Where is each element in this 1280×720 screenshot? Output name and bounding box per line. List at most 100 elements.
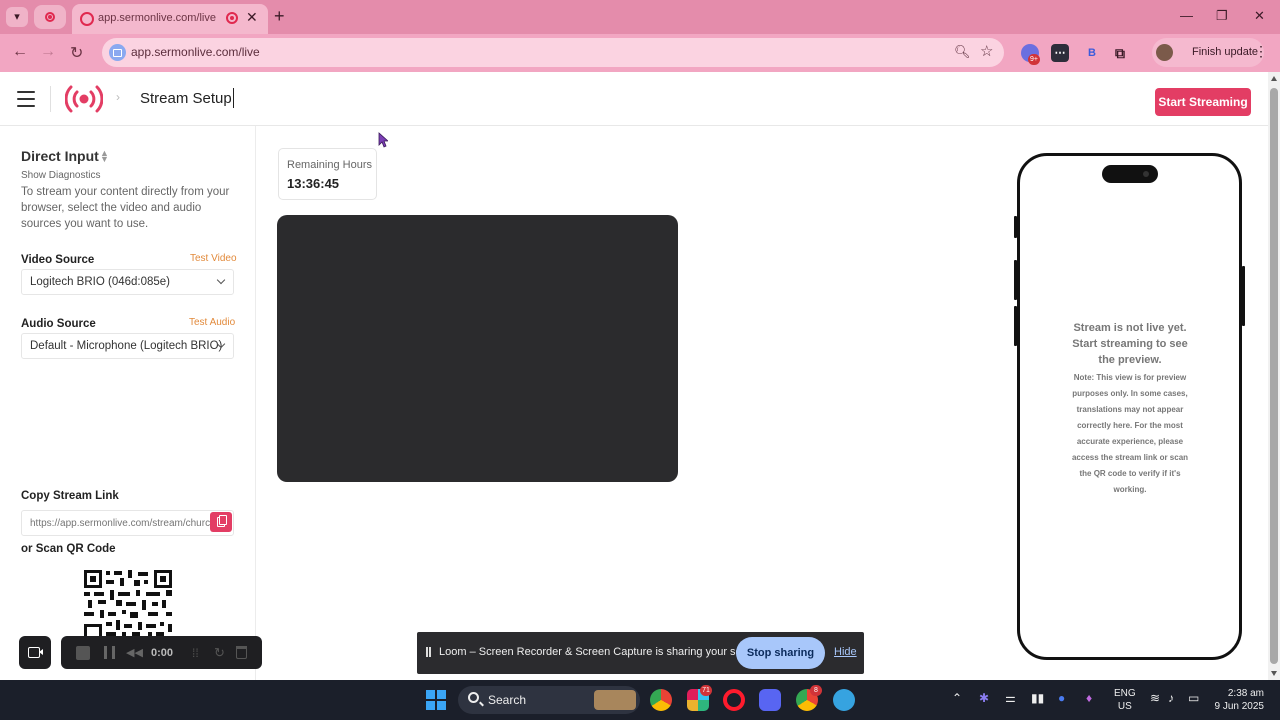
tray-app-icon[interactable]: ✱ [979,691,989,705]
language-indicator[interactable]: ENG US [1114,687,1136,713]
phone-side-button [1242,266,1245,326]
clock-date: 9 Jun 2025 [1214,701,1265,712]
tab-search-dropdown-icon[interactable]: ▾ [6,7,28,27]
extensions-puzzle-icon[interactable]: ⧉ [1111,44,1129,62]
hide-sharing-link[interactable]: Hide [834,646,857,658]
chevron-down-icon [216,275,226,285]
sharing-pause-icon [426,647,431,657]
extension-b-icon[interactable]: B [1083,44,1101,62]
remaining-hours-card: Remaining Hours 13:36:45 [278,148,377,200]
windows-start-icon[interactable] [426,690,446,710]
stream-link-field[interactable] [21,510,234,536]
taskbar-search[interactable]: Search [458,686,640,714]
scroll-down-icon[interactable] [1271,671,1277,676]
tab-close-icon[interactable]: ✕ [246,9,258,26]
start-streaming-button[interactable]: Start Streaming [1155,88,1251,116]
page-scrollbar[interactable] [1268,72,1280,680]
stop-sharing-button[interactable]: Stop sharing [736,637,825,669]
system-clock[interactable]: 2:38 am 9 Jun 2025 [1214,687,1265,713]
chrome-app-icon[interactable] [650,689,672,711]
recording-icon [45,12,55,22]
loom-drag-handle-icon[interactable]: ⁞⁞ [192,646,199,660]
address-bar[interactable]: app.sermonlive.com/live 🔍︎ ☆ [102,38,1004,67]
show-hidden-icons-icon[interactable]: ⌃ [952,691,962,705]
video-preview [277,215,678,482]
zoom-icon[interactable]: 🔍︎ [954,44,971,60]
panel-title: Direct Input [21,148,99,164]
sharing-message: Loom – Screen Recorder & Screen Capture … [439,646,767,658]
wifi-icon[interactable]: ≋ [1150,691,1160,705]
test-video-link[interactable]: Test Video [190,253,237,264]
tray-settings-icon[interactable]: ⚌ [1005,691,1016,705]
direct-input-panel: Direct Input ▲ ▼ Show Diagnostics To stre… [0,126,256,680]
loom-delete-icon[interactable] [236,646,247,659]
taskbar-search-label: Search [488,693,527,707]
chrome-badge: 8 [810,685,822,696]
audio-source-select[interactable]: Default - Microphone (Logitech BRIO) [21,333,234,359]
tray-microphone-icon[interactable]: ♦ [1086,691,1092,705]
browser-menu-icon[interactable]: ⋮ [1254,43,1268,60]
search-highlight-image [594,690,636,710]
hamburger-menu-icon[interactable] [17,91,35,107]
tray-zoom-icon[interactable]: ● [1058,691,1065,705]
volume-icon[interactable]: ♪ [1168,691,1174,705]
back-arrow-icon[interactable]: ← [12,43,28,61]
extension-chat-icon[interactable]: ⋯ [1051,44,1069,62]
loom-timer: 0:00 [151,647,174,659]
stream-link-input[interactable] [22,511,210,535]
broadcast-logo-icon[interactable] [65,84,103,114]
browser-toolbar: ← → ↻ app.sermonlive.com/live 🔍︎ ☆ 9+ ⋯ … [0,34,1280,72]
loom-restart-icon[interactable]: ↻ [214,645,225,661]
browser-globe-app-icon[interactable] [833,689,855,711]
loom-stop-icon[interactable] [76,646,90,660]
audio-source-value: Default - Microphone (Logitech BRIO) [30,340,223,352]
finish-update-button[interactable]: Finish update ⋮ [1152,38,1268,67]
slack-badge: 71 [700,685,712,696]
loom-rewind-icon[interactable]: ◀◀ [126,646,143,659]
new-tab-button[interactable]: + [274,6,285,27]
loom-pause-icon[interactable] [104,646,115,659]
site-camera-icon[interactable] [109,44,126,61]
video-source-label: Video Source [21,254,95,266]
opera-app-icon[interactable] [723,689,745,711]
video-source-select[interactable]: Logitech BRIO (046d:085e) [21,269,234,295]
scrollbar-thumb[interactable] [1270,88,1278,664]
phone-dynamic-island [1102,165,1158,183]
tab-sermonlive[interactable]: app.sermonlive.com/live ✕ [72,4,268,34]
language-line-2: US [1117,701,1132,712]
text-caret [233,88,234,108]
phone-side-button [1014,306,1017,346]
finish-update-label: Finish update [1192,46,1259,58]
minimize-button[interactable]: — [1180,8,1193,23]
qr-code-label: or Scan QR Code [21,543,116,555]
bookmark-star-icon[interactable]: ☆ [980,42,993,60]
header-divider [50,86,51,112]
battery-icon[interactable]: ▭ [1188,691,1199,705]
windows-taskbar: Search 71 8 ⌃ ✱ ⚌ ▮▮ ● ♦ ENG US ≋ ♪ ▭ 2:… [0,680,1280,720]
search-icon [468,692,479,703]
reload-icon[interactable]: ↻ [70,43,83,63]
forward-arrow-icon[interactable]: → [40,43,56,61]
scroll-up-icon[interactable] [1271,76,1277,81]
maximize-button[interactable]: ❐ [1216,8,1228,24]
profile-avatar[interactable] [1156,44,1173,61]
address-url[interactable]: app.sermonlive.com/live [131,45,260,59]
phone-side-button [1014,216,1017,238]
mouse-cursor-icon [378,132,388,148]
sort-toggle-icon[interactable]: ▲ ▼ [100,149,109,164]
audio-source-label: Audio Source [21,318,96,330]
phone-preview: Stream is not live yet. Start streaming … [1014,153,1245,660]
show-diagnostics-link[interactable]: Show Diagnostics [21,170,100,181]
sermonlive-favicon-icon [80,12,94,26]
close-window-button[interactable]: ✕ [1254,8,1265,24]
discord-app-icon[interactable] [759,689,781,711]
screen-sharing-notification: Loom – Screen Recorder & Screen Capture … [417,632,864,674]
test-audio-link[interactable]: Test Audio [189,317,235,328]
copy-link-button[interactable] [210,512,232,532]
stream-not-live-message: Stream is not live yet. Start streaming … [1072,322,1188,366]
page-title: Stream Setup [140,90,232,107]
tray-audio-levels-icon[interactable]: ▮▮ [1031,691,1044,705]
pinned-tab-recording[interactable] [34,5,66,29]
app-header: › Stream Setup Start Streaming [0,72,1268,126]
loom-camera-button[interactable] [19,636,51,669]
